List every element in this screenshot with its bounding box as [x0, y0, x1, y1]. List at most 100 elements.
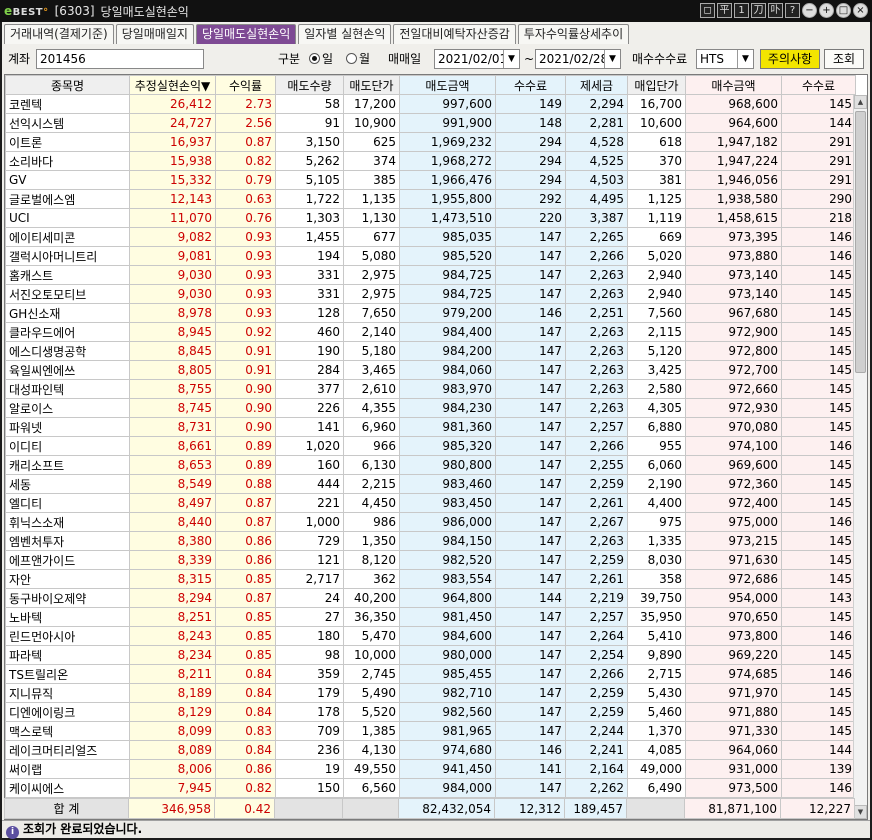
table-row[interactable]: 이트론 16,937 0.87 3,150 625 1,969,232 294 4,528 61…: [5, 132, 856, 152]
table-row[interactable]: 동구바이오제약 8,294 0.87 24 40,200 964,800 144 2,219 3…: [5, 588, 856, 608]
table-row[interactable]: 글로벌에스엠 12,143 0.63 1,722 1,135 1,955,800 292 4,…: [5, 189, 856, 209]
column-header[interactable]: 추정실현손익▼: [129, 75, 216, 95]
column-header[interactable]: 수수료: [495, 75, 566, 95]
table-row[interactable]: 소리바다 15,938 0.82 5,262 374 1,968,272 294 4,525 3…: [5, 151, 856, 171]
table-cell: 973,800: [685, 626, 782, 646]
table-row[interactable]: GV 15,332 0.79 5,105 385 1,966,476 294 4,503 381…: [5, 170, 856, 190]
table-row[interactable]: 맥스로텍 8,099 0.83 709 1,385 981,965 147 2,244 1,37…: [5, 721, 856, 741]
column-header[interactable]: 매도단가: [343, 75, 400, 95]
table-row[interactable]: TS트릴리온 8,211 0.84 359 2,745 985,455 147 2,266 2,…: [5, 664, 856, 684]
scroll-up-icon[interactable]: ▲: [854, 95, 867, 109]
table-cell: 휘닉스소재: [5, 512, 130, 532]
pin-icon[interactable]: 平: [717, 3, 732, 18]
tile-icon[interactable]: 1: [734, 3, 749, 18]
table-row[interactable]: UCI 11,070 0.76 1,303 1,130 1,473,510 220 3,387…: [5, 208, 856, 228]
table-cell: 8,497: [129, 493, 216, 513]
column-header[interactable]: 매수금액: [685, 75, 782, 95]
table-row[interactable]: 디엔에이링크 8,129 0.84 178 5,520 982,560 147 2,259 5,…: [5, 702, 856, 722]
table-cell: 6,060: [627, 455, 686, 475]
table-cell: 2,263: [565, 341, 628, 361]
notice-button[interactable]: 주의사항: [760, 49, 820, 69]
column-header[interactable]: 수익률: [215, 75, 276, 95]
table-row[interactable]: 엘디티 8,497 0.87 221 4,450 983,450 147 2,261 4,400…: [5, 493, 856, 513]
minimize-icon[interactable]: −: [802, 3, 817, 18]
table-row[interactable]: 대성파인텍 8,755 0.90 377 2,610 983,970 147 2,263 2,5…: [5, 379, 856, 399]
table-row[interactable]: 알로이스 8,745 0.90 226 4,355 984,230 147 2,263 4,30…: [5, 398, 856, 418]
table-cell: 0.91: [215, 360, 276, 380]
table-cell: 자안: [5, 569, 130, 589]
table-cell: 669: [627, 227, 686, 247]
table-row[interactable]: 에스디생명공학 8,845 0.91 190 5,180 984,200 147 2,263 5…: [5, 341, 856, 361]
column-header[interactable]: 수수료: [781, 75, 856, 95]
table-cell: 982,710: [399, 683, 496, 703]
date-from-field[interactable]: 2021/02/01 ▼: [434, 49, 520, 69]
table-cell: 147: [495, 455, 566, 475]
table-row[interactable]: 선익시스템 24,727 2.56 91 10,900 991,900 148 2,281 10…: [5, 113, 856, 133]
account-input[interactable]: 201456: [36, 49, 204, 69]
table-row[interactable]: 홈캐스트 9,030 0.93 331 2,975 984,725 147 2,263 2,94…: [5, 265, 856, 285]
table-row[interactable]: 엠벤처투자 8,380 0.86 729 1,350 984,150 147 2,263 1,3…: [5, 531, 856, 551]
link-icon[interactable]: 卟: [768, 3, 783, 18]
table-row[interactable]: 케이씨에스 7,945 0.82 150 6,560 984,000 147 2,262 6,4…: [5, 778, 856, 798]
table-cell: 968,600: [685, 94, 782, 114]
tab-1[interactable]: 거래내역(결제기준): [4, 24, 114, 44]
table-cell: 1,458,615: [685, 208, 782, 228]
table-cell: GV: [5, 170, 130, 190]
column-header[interactable]: 매입단가: [627, 75, 686, 95]
tab-6[interactable]: 투자수익률상세추이: [517, 24, 630, 44]
calendar-dropdown-icon[interactable]: ▼: [604, 50, 620, 68]
table-row[interactable]: GH신소재 8,978 0.93 128 7,650 979,200 146 2,251 7,5…: [5, 303, 856, 323]
column-header[interactable]: 종목명: [5, 75, 130, 95]
table-row[interactable]: 휘닉스소재 8,440 0.87 1,000 986 986,000 147 2,267 975…: [5, 512, 856, 532]
radio-month[interactable]: 월: [346, 49, 370, 69]
table-row[interactable]: 캐리소프트 8,653 0.89 160 6,130 980,800 147 2,255 6,0…: [5, 455, 856, 475]
table-row[interactable]: 지니뮤직 8,189 0.84 179 5,490 982,710 147 2,259 5,43…: [5, 683, 856, 703]
table-cell: 975,000: [685, 512, 782, 532]
vertical-scrollbar[interactable]: ▲ ▼: [853, 95, 867, 819]
table-row[interactable]: 갤럭시아머니트리 9,081 0.93 194 5,080 985,520 147 2,266…: [5, 246, 856, 266]
column-header[interactable]: 제세금: [565, 75, 628, 95]
table-row[interactable]: 코렌텍 26,412 2.73 58 17,200 997,600 149 2,294 16,7…: [5, 94, 856, 114]
tab-5[interactable]: 전일대비예탁자산증감: [393, 24, 516, 44]
fee-select[interactable]: HTS ▼: [696, 49, 754, 69]
table-row[interactable]: 서진오토모티브 9,030 0.93 331 2,975 984,725 147 2,263 2…: [5, 284, 856, 304]
close-icon[interactable]: ×: [853, 3, 868, 18]
layout-icon[interactable]: ◻: [700, 3, 715, 18]
column-header[interactable]: 매도금액: [399, 75, 496, 95]
table-cell: 931,000: [685, 759, 782, 779]
table-cell: 145: [781, 417, 856, 437]
query-button[interactable]: 조회: [824, 49, 864, 69]
table-cell: 331: [275, 265, 344, 285]
table-row[interactable]: 에이티세미콘 9,082 0.93 1,455 677 985,035 147 2,265 66…: [5, 227, 856, 247]
radio-day[interactable]: 일: [309, 49, 333, 69]
table-cell: 147: [495, 341, 566, 361]
tab-4[interactable]: 일자별 실현손익: [298, 24, 392, 44]
table-row[interactable]: 노바텍 8,251 0.85 27 36,350 981,450 147 2,257 35,95…: [5, 607, 856, 627]
table-row[interactable]: 파라텍 8,234 0.85 98 10,000 980,000 147 2,254 9,890…: [5, 645, 856, 665]
chevron-down-icon[interactable]: ▼: [737, 50, 753, 68]
dock-icon[interactable]: 刀: [751, 3, 766, 18]
table-row[interactable]: 클라우드에어 8,945 0.92 460 2,140 984,400 147 2,263 2,…: [5, 322, 856, 342]
maximize-icon[interactable]: □: [836, 3, 851, 18]
column-header[interactable]: 매도수량: [275, 75, 344, 95]
table-row[interactable]: 육일씨엔에쓰 8,805 0.91 284 3,465 984,060 147 2,263 3,…: [5, 360, 856, 380]
table-row[interactable]: 레이크머티리얼즈 8,089 0.84 236 4,130 974,680 146 2,241…: [5, 740, 856, 760]
table-row[interactable]: 파워넷 8,731 0.90 141 6,960 981,360 147 2,257 6,880…: [5, 417, 856, 437]
table-row[interactable]: 써이랩 8,006 0.86 19 49,550 941,450 141 2,164 49,00…: [5, 759, 856, 779]
table-cell: 145: [781, 550, 856, 570]
calendar-dropdown-icon[interactable]: ▼: [503, 50, 519, 68]
table-cell: 983,450: [399, 493, 496, 513]
table-cell: 220: [495, 208, 566, 228]
table-row[interactable]: 세동 8,549 0.88 444 2,215 983,460 147 2,259 2,190 9…: [5, 474, 856, 494]
table-cell: 8,315: [129, 569, 216, 589]
tab-3[interactable]: 당일매도실현손익: [195, 24, 297, 44]
scroll-thumb[interactable]: [855, 111, 866, 373]
table-row[interactable]: 자안 8,315 0.85 2,717 362 983,554 147 2,261 358 972…: [5, 569, 856, 589]
date-to-field[interactable]: 2021/02/28 ▼: [535, 49, 621, 69]
table-row[interactable]: 린드먼아시아 8,243 0.85 180 5,470 984,600 147 2,264 5,…: [5, 626, 856, 646]
help-icon[interactable]: ?: [785, 3, 800, 18]
add-icon[interactable]: +: [819, 3, 834, 18]
tab-2[interactable]: 당일매매일지: [115, 24, 194, 44]
table-row[interactable]: 에프앤가이드 8,339 0.86 121 8,120 982,520 147 2,259 8,…: [5, 550, 856, 570]
table-row[interactable]: 이디티 8,661 0.89 1,020 966 985,320 147 2,266 955 97…: [5, 436, 856, 456]
